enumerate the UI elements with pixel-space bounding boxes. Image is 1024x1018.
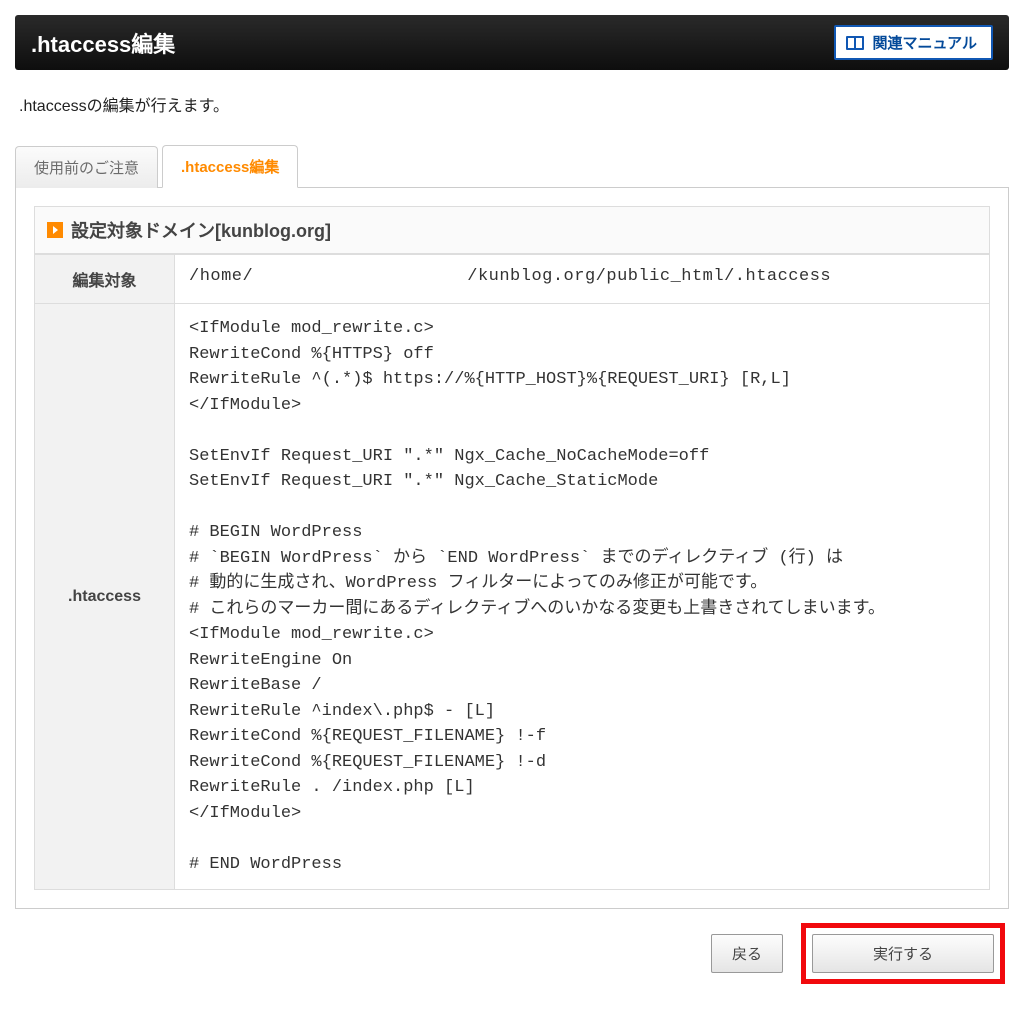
panel-htaccess-edit: 設定対象ドメイン[kunblog.org] 編集対象 /home/ /kunbl… xyxy=(15,188,1009,909)
page-title: .htaccess編集 xyxy=(31,27,175,59)
tab-precautions[interactable]: 使用前のご注意 xyxy=(15,146,158,188)
highlight-box: 実行する xyxy=(801,923,1005,984)
edit-target-label: 編集対象 xyxy=(35,255,175,304)
related-manual-label: 関連マニュアル xyxy=(872,32,977,53)
back-button[interactable]: 戻る xyxy=(711,934,783,973)
section-heading-text: 設定対象ドメイン[kunblog.org] xyxy=(71,217,331,243)
arrow-square-icon xyxy=(47,222,63,238)
section-heading: 設定対象ドメイン[kunblog.org] xyxy=(34,206,990,254)
related-manual-button[interactable]: 関連マニュアル xyxy=(834,25,993,60)
execute-button[interactable]: 実行する xyxy=(812,934,994,973)
tab-htaccess-edit-label: .htaccess編集 xyxy=(181,159,279,176)
tab-htaccess-edit[interactable]: .htaccess編集 xyxy=(162,145,298,188)
config-table: 編集対象 /home/ /kunblog.org/public_html/.ht… xyxy=(34,254,990,890)
htaccess-content-cell: <IfModule mod_rewrite.c> RewriteCond %{H… xyxy=(175,304,990,890)
page-titlebar: .htaccess編集 関連マニュアル xyxy=(15,15,1009,70)
intro-text: .htaccessの編集が行えます。 xyxy=(19,92,1005,116)
tabs: 使用前のご注意 .htaccess編集 xyxy=(15,144,1009,188)
edit-target-path: /home/ /kunblog.org/public_html/.htacces… xyxy=(175,255,990,304)
table-row: .htaccess <IfModule mod_rewrite.c> Rewri… xyxy=(35,304,990,890)
htaccess-label: .htaccess xyxy=(35,304,175,890)
tab-precautions-label: 使用前のご注意 xyxy=(34,160,139,177)
button-row: 戻る 実行する xyxy=(15,909,1009,988)
table-row: 編集対象 /home/ /kunblog.org/public_html/.ht… xyxy=(35,255,990,304)
book-icon xyxy=(846,36,864,50)
htaccess-content: <IfModule mod_rewrite.c> RewriteCond %{H… xyxy=(189,316,975,877)
